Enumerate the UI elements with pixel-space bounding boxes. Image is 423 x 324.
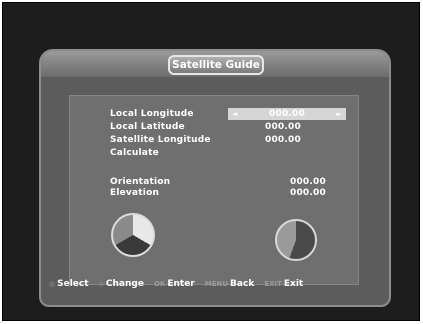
field-local-longitude[interactable]: Local Longitude ◄ 000.00 ► <box>110 108 350 120</box>
field-label: Local Longitude <box>110 109 194 119</box>
select-key-icon: ◎ <box>49 280 56 288</box>
dialog-title: Satellite Guide <box>168 55 264 75</box>
tv-screen: Satellite Guide Local Longitude ◄ 000.00… <box>2 2 420 321</box>
compass-dial-icon <box>111 213 155 257</box>
exit-key-icon: EXIT <box>264 280 282 288</box>
result-elevation: Elevation 000.00 <box>110 187 350 199</box>
local-longitude-selector[interactable]: ◄ 000.00 ► <box>228 108 346 120</box>
button-help-bar: ◎ Select ◇ Change OK Enter MENU Back EXI… <box>49 277 385 291</box>
satellite-guide-dialog: Satellite Guide Local Longitude ◄ 000.00… <box>39 49 391 307</box>
ok-key-icon: OK <box>153 280 166 288</box>
arrow-left-icon[interactable]: ◄ <box>232 110 238 118</box>
hint-back: MENU Back <box>205 279 255 289</box>
hint-label: Exit <box>283 279 304 289</box>
field-label: Satellite Longitude <box>110 135 211 145</box>
form-panel: Local Longitude ◄ 000.00 ► Local Latitud… <box>69 95 359 285</box>
hint-select: ◎ Select <box>49 279 89 289</box>
field-value: 000.00 <box>265 135 301 145</box>
change-key-icon: ◇ <box>98 280 104 288</box>
field-value: 000.00 <box>265 122 301 132</box>
result-label: Orientation <box>110 177 171 187</box>
result-value: 000.00 <box>290 177 326 187</box>
hint-enter: OK Enter <box>154 279 195 289</box>
hint-exit: EXIT Exit <box>264 279 303 289</box>
hint-label: Select <box>57 279 89 289</box>
result-value: 000.00 <box>290 188 326 198</box>
menu-key-icon: MENU <box>204 280 229 288</box>
field-value: 000.00 <box>269 109 305 119</box>
result-label: Elevation <box>110 188 160 198</box>
hint-change: ◇ Change <box>99 279 144 289</box>
hint-label: Enter <box>167 279 195 289</box>
field-satellite-longitude[interactable]: Satellite Longitude 000.00 <box>110 134 350 146</box>
calculate-label: Calculate <box>110 148 159 158</box>
arrow-right-icon[interactable]: ► <box>336 110 342 118</box>
calculate-button[interactable]: Calculate <box>110 147 350 159</box>
field-local-latitude[interactable]: Local Latitude 000.00 <box>110 121 350 133</box>
hint-label: Change <box>105 279 144 289</box>
satellite-dish-icon <box>275 219 317 261</box>
hint-label: Back <box>230 279 255 289</box>
field-label: Local Latitude <box>110 122 185 132</box>
